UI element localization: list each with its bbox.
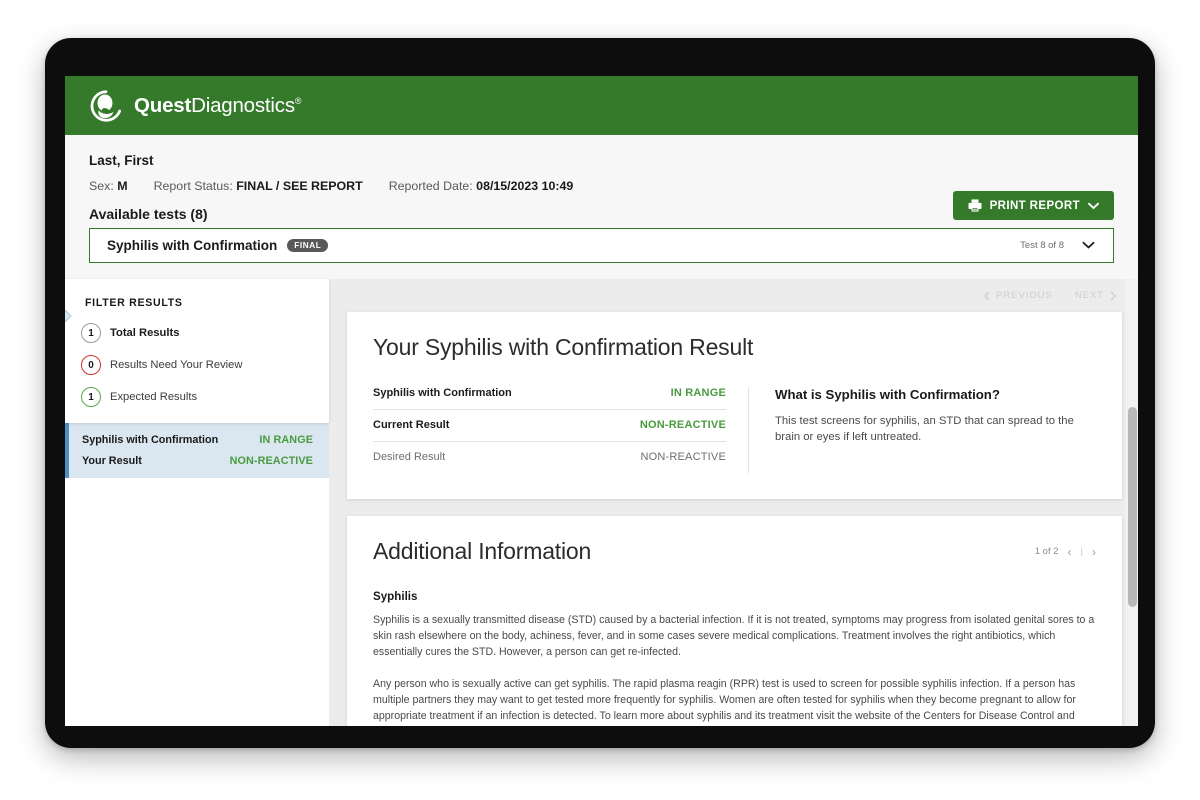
results-content-area: PREVIOUS NEXT Your Syphilis with Confirm… [329,279,1138,726]
additional-information-title: Additional Information [373,538,592,564]
paragraph-2-text: Any person who is sexually active can ge… [373,678,1076,723]
result-row-label: Syphilis with Confirmation [373,387,512,399]
patient-name: Last, First [89,153,154,168]
reported-date-field: Reported Date: 08/15/2023 10:49 [389,179,574,193]
brand-header: QuestDiagnostics® [65,76,1138,135]
chevron-right-icon [1110,291,1116,300]
additional-information-header: Additional Information 1 of 2 ‹ | › [373,538,1096,565]
next-label: NEXT [1074,290,1104,301]
additional-information-subtitle: Syphilis [373,590,418,603]
selected-result-value-line: Your Result NON-REACTIVE [82,455,313,467]
additional-information-card: Additional Information 1 of 2 ‹ | › Syph… [347,516,1122,726]
brand-name-bold: Quest [134,93,192,117]
result-row-value: IN RANGE [670,387,726,399]
total-results-label: Total Results [110,327,180,339]
registered-mark: ® [294,95,302,106]
test-counter: Test 8 of 8 [1020,240,1064,251]
additional-information-paragraph-1: Syphilis is a sexually transmitted disea… [373,614,1095,659]
print-report-label: PRINT REPORT [989,199,1080,212]
result-row-label: Desired Result [373,451,446,463]
vertical-scrollbar-thumb[interactable] [1128,407,1137,607]
vertical-scrollbar-track[interactable] [1125,279,1138,726]
additional-information-pager: 1 of 2 ‹ | › [1035,545,1096,559]
filter-results-card: FILTER RESULTS 1 Total Results 0 Results… [65,279,329,423]
active-filter-pointer-icon [65,309,72,323]
printer-icon [968,199,982,212]
status-badge: FINAL [287,239,329,252]
report-status-value: FINAL / SEE REPORT [236,179,363,193]
test-accordion-title: Syphilis with Confirmation [107,238,278,253]
addl-next-button[interactable]: › [1092,545,1096,559]
reported-date-value: 08/15/2023 10:49 [476,179,574,193]
additional-information-paragraph-2: Any person who is sexually active can ge… [373,676,1096,726]
filter-row-expected-results[interactable]: 1 Expected Results [81,387,313,407]
table-row: Desired Result NON-REACTIVE [373,442,726,473]
report-status-field: Report Status: FINAL / SEE REPORT [154,179,363,193]
selected-result-test-name: Syphilis with Confirmation [82,434,219,446]
report-status-label: Report Status: [153,179,233,193]
filter-results-heading: FILTER RESULTS [85,297,183,309]
filter-row-total-results[interactable]: 1 Total Results [81,323,313,343]
test-accordion-wrap: Syphilis with Confirmation FINAL Test 8 … [65,228,1138,279]
selected-result-item[interactable]: Syphilis with Confirmation IN RANGE Your… [65,423,329,478]
result-explanation-title: What is Syphilis with Confirmation? [775,387,1000,402]
page-indicator: 1 of 2 [1034,546,1059,557]
previous-result-button[interactable]: PREVIOUS [984,290,1053,301]
main-body: FILTER RESULTS 1 Total Results 0 Results… [65,279,1138,726]
sex-value: M [117,179,128,193]
filter-row-needs-review[interactable]: 0 Results Need Your Review [81,355,313,375]
sex-label: Sex: [89,179,114,193]
result-row-value: NON-REACTIVE [640,451,726,463]
quest-swirl-logo-icon [90,89,122,122]
selected-result-range-status: IN RANGE [259,434,313,446]
brand-name-light: Diagnostics [191,93,295,117]
needs-review-count: 0 [81,355,101,375]
expected-results-count: 1 [81,387,101,407]
result-pagination: PREVIOUS NEXT [347,279,1122,312]
next-result-button[interactable]: NEXT [1075,290,1116,301]
table-row: Current Result NON-REACTIVE [373,410,726,442]
expected-results-label: Expected Results [110,391,198,403]
selected-result-your-result-value: NON-REACTIVE [229,455,313,467]
additional-information-body: Syphilis Syphilis is a sexually transmit… [373,590,1096,726]
result-row-label: Current Result [373,419,450,431]
addl-prev-button[interactable]: ‹ [1068,545,1072,559]
needs-review-label: Results Need Your Review [110,359,243,371]
chevron-down-icon[interactable] [1082,241,1095,250]
filter-sidebar: FILTER RESULTS 1 Total Results 0 Results… [65,279,329,726]
print-report-button[interactable]: PRINT REPORT [952,191,1114,220]
result-explanation-text: This test screens for syphilis, an STD t… [775,415,1074,444]
result-row-value: NON-REACTIVE [639,419,726,431]
sex-field: Sex: M [89,179,128,193]
chevron-left-icon [984,291,990,300]
result-card-body: Syphilis with Confirmation IN RANGE Curr… [373,387,1096,473]
result-values-table: Syphilis with Confirmation IN RANGE Curr… [373,387,748,473]
device-screen: QuestDiagnostics® Last, First Sex: M Rep… [65,76,1138,726]
chevron-down-icon [1088,202,1099,209]
result-explanation: What is Syphilis with Confirmation? This… [748,387,1096,473]
result-card-title: Your Syphilis with Confirmation Result [373,334,754,360]
pager-divider: | [1080,546,1083,557]
reported-date-label: Reported Date: [388,179,473,193]
previous-label: PREVIOUS [996,290,1053,301]
brand-wordmark: QuestDiagnostics® [134,93,302,118]
total-results-count: 1 [81,323,101,343]
test-accordion-syphilis[interactable]: Syphilis with Confirmation FINAL Test 8 … [89,228,1114,263]
result-card: Your Syphilis with Confirmation Result S… [347,312,1122,499]
table-row: Syphilis with Confirmation IN RANGE [373,387,726,410]
selected-result-test-line: Syphilis with Confirmation IN RANGE [82,434,313,446]
selected-result-your-result-label: Your Result [82,455,142,467]
device-frame: QuestDiagnostics® Last, First Sex: M Rep… [45,38,1155,748]
